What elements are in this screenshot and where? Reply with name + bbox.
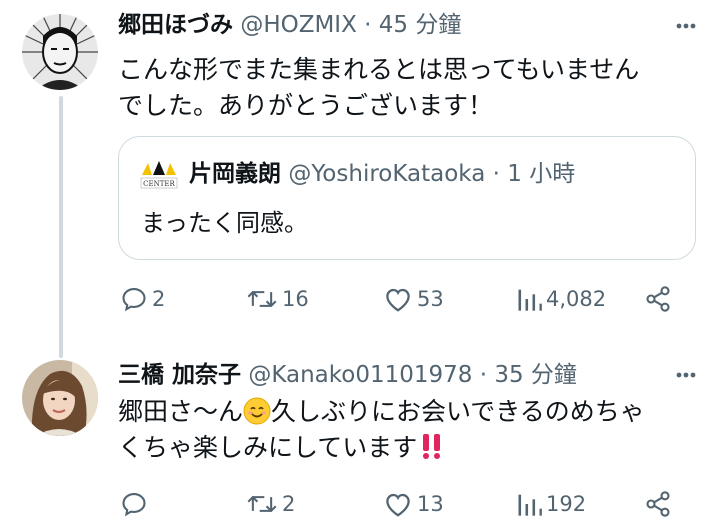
author-name[interactable]: 三橋 加奈子 xyxy=(118,362,241,388)
author-handle[interactable]: @Kanako01101978 xyxy=(248,362,472,388)
like-count: 13 xyxy=(417,492,444,516)
quote-author-name: 片岡義朗 xyxy=(189,161,281,187)
retweet-button[interactable]: 16 xyxy=(246,285,309,313)
retweet-icon xyxy=(246,490,278,518)
quote-author-handle: @YoshiroKataoka xyxy=(288,161,486,187)
views-button[interactable]: 192 xyxy=(516,490,586,518)
views-icon xyxy=(516,490,542,518)
timestamp[interactable]: · 35 分鐘 xyxy=(472,362,577,388)
retweet-icon xyxy=(246,285,278,313)
reply-icon xyxy=(120,285,148,313)
reply-icon xyxy=(120,490,148,518)
more-icon[interactable] xyxy=(672,12,700,44)
author-name[interactable]: 郷田ほづみ xyxy=(118,12,233,38)
tweet2-text-line2-text: くちゃ楽しみにしています xyxy=(118,433,418,462)
quote-header: 片岡義朗 @YoshiroKataoka · 1 小時 xyxy=(189,159,575,189)
tweet2-text-line2: くちゃ楽しみにしています xyxy=(118,430,445,470)
share-button[interactable] xyxy=(644,490,672,518)
quote-text: まったく同感。 xyxy=(141,209,309,237)
views-button[interactable]: 4,082 xyxy=(516,285,606,313)
share-button[interactable] xyxy=(644,285,672,313)
tweet2-text-line1: 郷田さ〜ん 久しぶりにお会いできるのめちゃ xyxy=(118,394,645,435)
tweet2-text-part-a: 郷田さ〜ん xyxy=(118,397,244,426)
views-icon xyxy=(516,285,542,313)
retweet-count: 16 xyxy=(282,287,309,311)
more-icon[interactable] xyxy=(672,361,700,393)
like-count: 53 xyxy=(417,287,444,311)
retweet-count: 2 xyxy=(282,492,296,516)
like-button[interactable]: 53 xyxy=(383,285,444,313)
share-icon xyxy=(644,285,672,313)
views-count: 4,082 xyxy=(546,287,607,311)
retweet-button[interactable]: 2 xyxy=(246,490,295,518)
reply-button[interactable]: 2 xyxy=(120,285,165,313)
tweet2-text-part-b: 久しぶりにお会いできるのめちゃ xyxy=(271,397,645,426)
like-icon xyxy=(383,285,413,313)
share-icon xyxy=(644,490,672,518)
quoted-tweet-card[interactable]: CENTER 片岡義朗 @YoshiroKataoka · 1 小時 まったく同… xyxy=(118,136,696,260)
thread-connector-line xyxy=(59,96,63,358)
quote-avatar-logo-text: CENTER xyxy=(143,180,175,188)
reply-button[interactable] xyxy=(120,490,152,518)
quote-timestamp: · 1 小時 xyxy=(485,161,576,187)
double-exclamation-emoji xyxy=(419,432,445,470)
views-count: 192 xyxy=(546,492,587,516)
avatar-hozmix[interactable] xyxy=(22,14,98,90)
tweet1-text-line2: でした。ありがとうございます！ xyxy=(118,91,494,120)
timestamp[interactable]: · 45 分鐘 xyxy=(357,12,461,38)
tweet2-header: 三橋 加奈子 @Kanako01101978 · 35 分鐘 xyxy=(118,360,577,390)
tweet1-text-line1: こんな形でまた集まれるとは思ってもいません xyxy=(118,55,640,84)
tweet1-header: 郷田ほづみ @HOZMIX · 45 分鐘 xyxy=(118,10,461,40)
like-icon xyxy=(383,490,413,518)
quote-avatar: CENTER xyxy=(139,161,179,197)
author-handle[interactable]: @HOZMIX xyxy=(240,12,357,38)
reply-count: 2 xyxy=(152,287,166,311)
like-button[interactable]: 13 xyxy=(383,490,444,518)
avatar-kanako[interactable] xyxy=(22,360,98,436)
